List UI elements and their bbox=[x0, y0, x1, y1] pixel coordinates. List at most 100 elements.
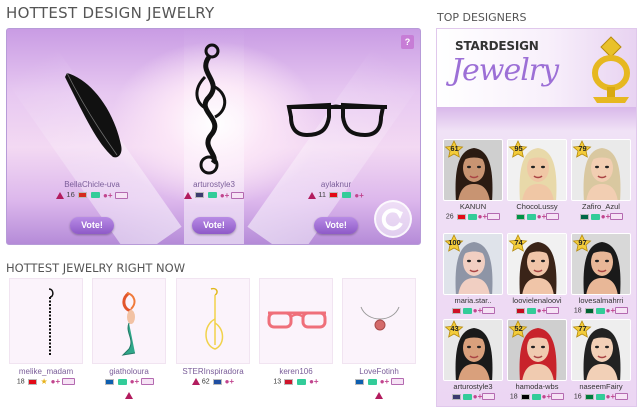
designer-name[interactable]: arturostyle3 bbox=[443, 382, 503, 391]
designer-name[interactable]: naseemFairy bbox=[571, 382, 631, 391]
report-icon[interactable] bbox=[375, 392, 383, 400]
feather-earring-image[interactable] bbox=[27, 37, 157, 177]
report-icon[interactable] bbox=[191, 378, 200, 385]
item-thumbnail[interactable] bbox=[9, 278, 83, 364]
designer-avatar[interactable]: 74 bbox=[507, 233, 567, 295]
add-friend-icon[interactable]: ●+ bbox=[601, 212, 611, 221]
vote-button[interactable]: Vote! bbox=[314, 217, 358, 234]
profile-card-icon[interactable] bbox=[546, 213, 560, 220]
help-icon[interactable]: ? bbox=[401, 35, 414, 49]
friends-icon[interactable] bbox=[462, 393, 472, 400]
profile-card-icon[interactable] bbox=[141, 378, 155, 385]
add-friend-icon[interactable]: ●+ bbox=[537, 306, 547, 315]
item-thumbnail[interactable] bbox=[342, 278, 416, 364]
add-friend-icon[interactable]: ●+ bbox=[606, 392, 616, 401]
friends-icon[interactable] bbox=[90, 192, 100, 199]
vote-entry-username[interactable]: aylaknur bbox=[271, 180, 401, 189]
designer-card[interactable]: 95 ChocoLussy ●+ bbox=[507, 139, 567, 221]
add-friend-icon[interactable]: ●+ bbox=[354, 191, 364, 200]
profile-card-icon[interactable] bbox=[487, 213, 501, 220]
designer-card[interactable]: 74 loovielenaloovi ●+ bbox=[507, 233, 567, 315]
profile-card-icon[interactable] bbox=[482, 393, 496, 400]
friends-icon[interactable] bbox=[342, 192, 352, 199]
designer-avatar[interactable]: 95 bbox=[507, 139, 567, 201]
friends-icon[interactable] bbox=[207, 192, 217, 199]
designer-name[interactable]: maria.star.. bbox=[443, 296, 503, 305]
designer-name[interactable]: KANUN bbox=[443, 202, 503, 211]
designer-avatar[interactable]: 43 bbox=[443, 319, 503, 381]
add-friend-icon[interactable]: ●+ bbox=[220, 191, 230, 200]
add-friend-icon[interactable]: ●+ bbox=[130, 377, 140, 386]
designer-avatar[interactable]: 79 bbox=[571, 139, 631, 201]
add-friend-icon[interactable]: ●+ bbox=[478, 212, 488, 221]
profile-card-icon[interactable] bbox=[391, 378, 405, 385]
item-username[interactable]: giatholoura bbox=[92, 367, 166, 376]
designer-card[interactable]: 77 naseemFairy 16 ●+ bbox=[571, 319, 631, 401]
friends-icon[interactable] bbox=[531, 393, 541, 400]
designer-card[interactable]: 52 hamoda-wbs 18 ●+ bbox=[507, 319, 567, 401]
friends-icon[interactable] bbox=[297, 378, 307, 385]
item-thumbnail[interactable] bbox=[92, 278, 166, 364]
designer-name[interactable]: ChocoLussy bbox=[507, 202, 567, 211]
friends-icon[interactable] bbox=[117, 378, 127, 385]
add-friend-icon[interactable]: ●+ bbox=[380, 377, 390, 386]
glasses-image[interactable] bbox=[271, 37, 401, 177]
profile-card-icon[interactable] bbox=[551, 393, 565, 400]
profile-card-icon[interactable] bbox=[546, 307, 560, 314]
add-friend-icon[interactable]: ●+ bbox=[473, 306, 483, 315]
item-thumbnail[interactable] bbox=[259, 278, 333, 364]
designer-card[interactable]: 61 KANUN 26 ●+ bbox=[443, 139, 503, 221]
profile-card-icon[interactable] bbox=[62, 378, 76, 385]
item-username[interactable]: STERInspiradora bbox=[176, 367, 250, 376]
designer-name[interactable]: loovielenaloovi bbox=[507, 296, 567, 305]
friends-icon[interactable] bbox=[595, 307, 605, 314]
profile-card-icon[interactable] bbox=[231, 191, 245, 199]
designer-name[interactable]: lovesalmahrri bbox=[571, 296, 631, 305]
designer-avatar[interactable]: 100 bbox=[443, 233, 503, 295]
add-friend-icon[interactable]: ●+ bbox=[225, 377, 235, 386]
stardesign-banner[interactable]: STARDESIGN Jewelry bbox=[437, 29, 636, 107]
friends-icon[interactable] bbox=[595, 393, 605, 400]
add-friend-icon[interactable]: ●+ bbox=[537, 212, 547, 221]
friends-icon[interactable] bbox=[526, 213, 536, 220]
profile-card-icon[interactable] bbox=[615, 307, 629, 314]
designer-name[interactable]: Zafiro_Azul bbox=[571, 202, 631, 211]
report-icon[interactable] bbox=[56, 191, 65, 199]
friends-icon[interactable] bbox=[590, 213, 600, 220]
friends-icon[interactable] bbox=[367, 378, 377, 385]
item-username[interactable]: melike_madam bbox=[9, 367, 83, 376]
item-thumbnail[interactable] bbox=[176, 278, 250, 364]
profile-card-icon[interactable] bbox=[114, 191, 128, 199]
report-icon[interactable] bbox=[125, 392, 133, 400]
swirl-pendant-image[interactable] bbox=[149, 37, 279, 177]
add-friend-icon[interactable]: ●+ bbox=[606, 306, 616, 315]
designer-name[interactable]: hamoda-wbs bbox=[507, 382, 567, 391]
profile-card-icon[interactable] bbox=[615, 393, 629, 400]
designer-avatar[interactable]: 52 bbox=[507, 319, 567, 381]
profile-card-icon[interactable] bbox=[482, 307, 496, 314]
designer-card[interactable]: 100 maria.star.. ●+ bbox=[443, 233, 503, 315]
add-friend-icon[interactable]: ●+ bbox=[309, 377, 319, 386]
report-icon[interactable] bbox=[183, 191, 192, 199]
friends-icon[interactable] bbox=[462, 307, 472, 314]
designer-avatar[interactable]: 97 bbox=[571, 233, 631, 295]
vote-button[interactable]: Vote! bbox=[70, 217, 114, 234]
refresh-button[interactable] bbox=[374, 200, 412, 238]
friends-icon[interactable] bbox=[467, 213, 477, 220]
designer-avatar[interactable]: 77 bbox=[571, 319, 631, 381]
designer-card[interactable]: 97 lovesalmahrri 18 ●+ bbox=[571, 233, 631, 315]
item-username[interactable]: LoveFotinh bbox=[342, 367, 416, 376]
designer-card[interactable]: 79 Zafiro_Azul ●+ bbox=[571, 139, 631, 221]
item-username[interactable]: keren106 bbox=[259, 367, 333, 376]
add-friend-icon[interactable]: ●+ bbox=[542, 392, 552, 401]
designer-card[interactable]: 43 arturostyle3 ●+ bbox=[443, 319, 503, 401]
report-icon[interactable] bbox=[308, 191, 317, 199]
friends-icon[interactable] bbox=[526, 307, 536, 314]
add-friend-icon[interactable]: ●+ bbox=[473, 392, 483, 401]
profile-card-icon[interactable] bbox=[610, 213, 624, 220]
add-friend-icon[interactable]: ●+ bbox=[103, 191, 113, 200]
vote-entry-username[interactable]: arturostyle3 bbox=[149, 180, 279, 189]
designer-avatar[interactable]: 61 bbox=[443, 139, 503, 201]
vote-button[interactable]: Vote! bbox=[192, 217, 236, 234]
add-friend-icon[interactable]: ●+ bbox=[51, 377, 61, 386]
